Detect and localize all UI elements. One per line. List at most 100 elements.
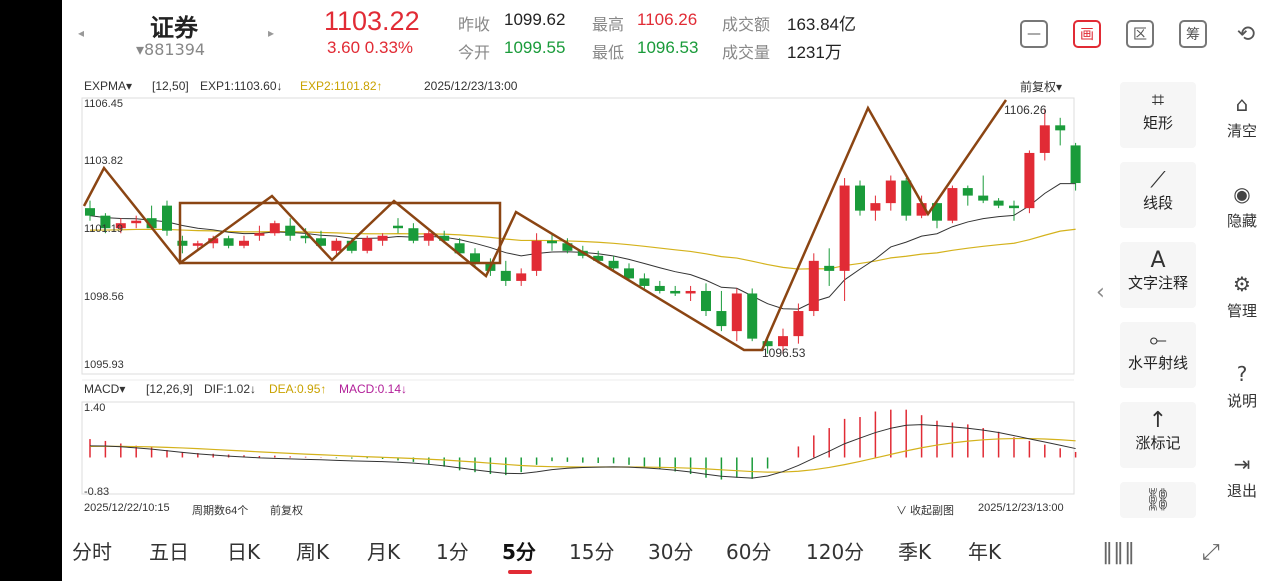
tab-weekly[interactable]: 周K: [296, 536, 329, 565]
tab-monthly[interactable]: 月K: [367, 536, 400, 565]
candle-body: [654, 285, 665, 291]
tab-15min[interactable]: 15分: [569, 536, 614, 565]
candle-body: [85, 208, 95, 216]
candle-body: [839, 185, 850, 271]
tab-daily[interactable]: 日K: [227, 536, 260, 565]
dea-value: DEA:0.95↑: [269, 382, 327, 396]
collapse-subchart-button[interactable]: ∨ 收起副图: [896, 502, 954, 518]
minimize-button[interactable]: —: [1020, 20, 1048, 48]
candle-body: [824, 265, 835, 271]
candle-body: [778, 336, 788, 347]
fullscreen-icon[interactable]: ⤢: [1202, 540, 1220, 565]
candle-body: [500, 270, 511, 281]
tool-horizontal-ray[interactable]: ⟜ 水平射线: [1120, 322, 1196, 388]
candle-body: [885, 180, 896, 204]
draw-button[interactable]: 画: [1073, 20, 1101, 48]
macd-indicator-select[interactable]: MACD▾: [84, 382, 125, 396]
candle-body: [547, 240, 557, 244]
period-count-label: 周期数64个: [192, 505, 249, 517]
candle-body: [285, 225, 296, 236]
segment-icon: ⟋: [1150, 168, 1166, 193]
hide-button[interactable]: ◉ 隐藏: [1212, 182, 1272, 231]
menu-bars-icon[interactable]: ‖‖‖: [1102, 540, 1135, 565]
candle-body: [1009, 205, 1019, 209]
candle-body: [269, 223, 280, 234]
exit-button[interactable]: ⇥ 退出: [1212, 452, 1272, 501]
dif-line: [89, 424, 1076, 479]
help-icon: ?: [1236, 362, 1248, 386]
stat-high: 1106.26: [637, 10, 698, 29]
stat-label-open: 今开: [458, 43, 491, 62]
tool-label: 文字注释: [1127, 274, 1188, 292]
tool-rectangle[interactable]: ⌗ 矩形: [1120, 82, 1196, 148]
candle-body: [731, 293, 742, 332]
tab-five-day[interactable]: 五日: [149, 536, 189, 565]
tool-text[interactable]: A 文字注释: [1120, 242, 1196, 308]
stock-code[interactable]: ▾881394: [136, 40, 205, 59]
manage-button[interactable]: ⚙ 管理: [1212, 272, 1272, 321]
macd-params: [12,26,9]: [146, 382, 193, 396]
side-label: 管理: [1226, 302, 1257, 320]
prev-stock-arrow-icon[interactable]: ◂: [78, 26, 84, 40]
side-label: 隐藏: [1226, 212, 1257, 230]
stat-low: 1096.53: [637, 38, 699, 57]
candle-body: [901, 180, 912, 216]
high-marker-label: 1106.26: [1004, 103, 1047, 117]
help-button[interactable]: ? 说明: [1212, 362, 1272, 411]
stock-title: 证券: [150, 14, 198, 42]
tool-segment[interactable]: ⟋ 线段: [1120, 162, 1196, 228]
side-label: 清空: [1226, 122, 1257, 140]
expma-indicator-select[interactable]: EXPMA▾: [84, 79, 132, 93]
tool-up-marker[interactable]: ↑ 涨标记: [1120, 402, 1196, 468]
more-icon: ⛓: [1144, 488, 1172, 513]
candle-body: [608, 260, 619, 269]
candle-body: [701, 290, 711, 312]
tab-5min[interactable]: 5分: [502, 536, 536, 565]
candle-body: [516, 273, 527, 281]
candle-body: [393, 225, 403, 229]
exit-icon: ⇥: [1233, 452, 1251, 476]
candle-body: [1039, 125, 1050, 153]
tab-1min[interactable]: 1分: [436, 536, 469, 565]
tool-more[interactable]: ⛓: [1120, 482, 1196, 518]
macd-value: MACD:0.14↓: [339, 382, 408, 396]
period-tabs: 分时 五日 日K 周K 月K 1分 5分 15分 30分 60分 120分 季K…: [62, 536, 1062, 570]
gear-icon: ⚙: [1233, 272, 1251, 296]
chart-timestamp: 2025/12/23/13:00: [424, 79, 518, 93]
kline-chart[interactable]: [62, 68, 1082, 520]
tool-label: 矩形: [1142, 114, 1173, 132]
stat-label-turnover: 成交额: [722, 15, 771, 34]
trash-icon: ⌂: [1235, 92, 1249, 116]
tab-30min[interactable]: 30分: [648, 536, 693, 565]
collapse-panel-chevron-icon[interactable]: ‹: [1096, 280, 1105, 305]
clear-button[interactable]: ⌂ 清空: [1212, 92, 1272, 141]
stat-open: 1099.55: [504, 38, 566, 57]
tab-quarterly[interactable]: 季K: [898, 536, 931, 565]
active-tab-indicator: [508, 570, 532, 574]
start-date-label: 2025/12/22/10:15: [84, 502, 170, 514]
candle-body: [870, 203, 881, 211]
range-button[interactable]: 区: [1126, 20, 1154, 48]
side-label: 退出: [1226, 482, 1257, 500]
candle-body: [377, 235, 388, 241]
candle-body: [192, 243, 203, 246]
candle-body: [254, 233, 265, 236]
candle-body: [993, 200, 1004, 206]
rotate-icon[interactable]: ⟲: [1232, 20, 1260, 48]
tab-yearly[interactable]: 年K: [968, 536, 1001, 565]
tool-label: 线段: [1142, 194, 1173, 212]
dif-value: DIF:1.02↓: [204, 382, 257, 396]
chips-button[interactable]: 筹: [1179, 20, 1207, 48]
tool-label: 涨标记: [1135, 434, 1181, 452]
macd-chart-frame: [81, 401, 1075, 495]
stat-label-volume: 成交量: [722, 43, 771, 62]
adjust-select[interactable]: 前复权▾: [1020, 78, 1062, 95]
text-icon: A: [1150, 248, 1166, 273]
next-stock-arrow-icon[interactable]: ▸: [268, 26, 274, 40]
exp2-value: EXP2:1101.82↑: [300, 79, 383, 93]
tab-60min[interactable]: 60分: [726, 536, 771, 565]
tab-120min[interactable]: 120分: [806, 536, 864, 565]
stat-label-high: 最高: [592, 15, 625, 34]
tab-intraday[interactable]: 分时: [72, 536, 112, 565]
candle-body: [855, 185, 865, 211]
